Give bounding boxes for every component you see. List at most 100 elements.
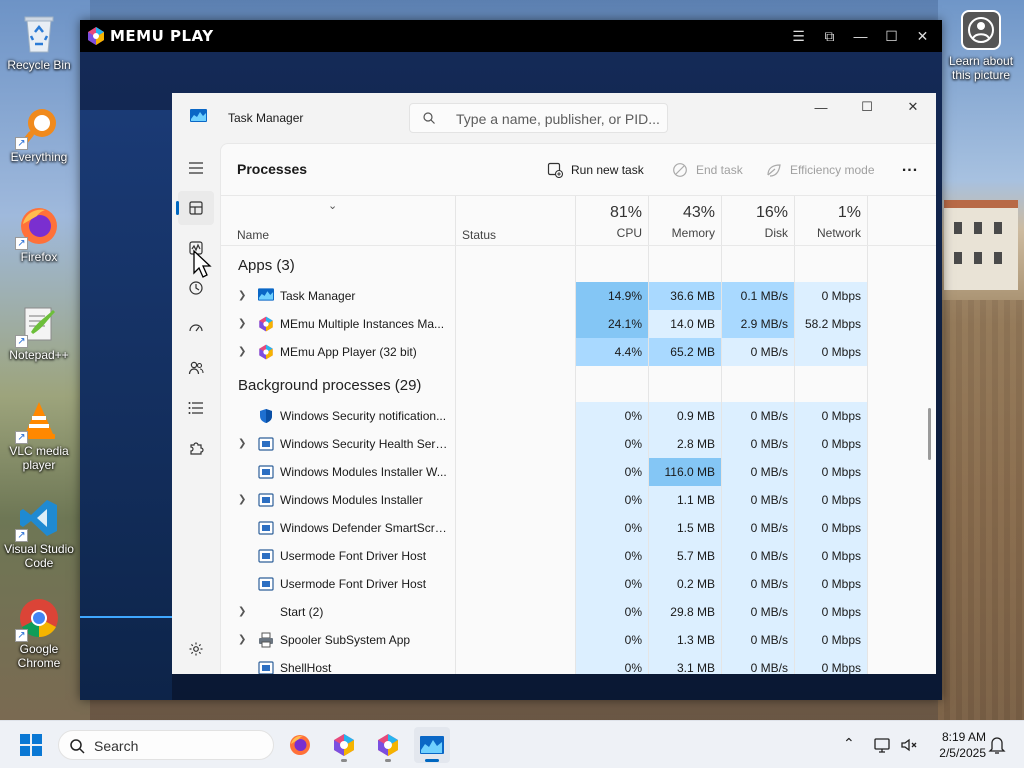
desktop-icon-chrome[interactable]: ↗ Google Chrome [0, 596, 78, 670]
cell-memory: 116.0 MB [649, 458, 721, 486]
desktop-icon-vscode[interactable]: ↗ Visual Studio Code [0, 496, 78, 570]
notification-bell-icon[interactable] [988, 735, 1006, 755]
desktop-icon-firefox[interactable]: ↗ Firefox [0, 204, 78, 264]
command-bar: Processes Run new task End task Efficien… [221, 144, 936, 196]
printer-icon [258, 632, 274, 648]
volume-muted-icon[interactable] [899, 735, 919, 755]
expand-chevron-icon[interactable]: ❯ [238, 634, 246, 645]
section-apps[interactable]: Apps (3) [221, 246, 936, 282]
process-row[interactable]: 0% 29.8 MB 0 MB/s 0 Mbps ❯ Start (2) [221, 598, 936, 626]
process-row[interactable]: 0% 1.1 MB 0 MB/s 0 Mbps ❯ Windows Modules Ins… [221, 486, 936, 514]
close-button[interactable]: ✕ [890, 93, 936, 121]
column-network[interactable]: 1% Network [794, 196, 867, 246]
chevron-up-icon[interactable]: ⌃ [843, 735, 855, 752]
cell-cpu: 0% [576, 486, 648, 514]
process-row[interactable]: 14.9% 36.6 MB 0.1 MB/s 0 Mbps ❯ Task Manager [221, 282, 936, 310]
process-row[interactable]: 0% 5.7 MB 0 MB/s 0 Mbps Usermode Font Driver… [221, 542, 936, 570]
expand-chevron-icon[interactable]: ❯ [238, 346, 246, 357]
process-row[interactable]: 0% 1.5 MB 0 MB/s 0 Mbps Windows Defender Sma… [221, 514, 936, 542]
column-name[interactable]: Name [237, 228, 269, 242]
maximize-button[interactable]: ☐ [844, 93, 890, 121]
process-row[interactable]: 4.4% 65.2 MB 0 MB/s 0 Mbps ❯ MEmu App Player … [221, 338, 936, 366]
process-row[interactable]: 0% 3.1 MB 0 MB/s 0 Mbps ShellHost [221, 654, 936, 674]
windows-logo-icon [20, 734, 42, 756]
section-background-processes[interactable]: Background processes (29) [221, 366, 936, 402]
cell-network: 0 Mbps [795, 458, 867, 486]
nav-details[interactable] [178, 391, 214, 425]
navigation-rail [172, 143, 220, 674]
everything-icon: ↗ [15, 104, 61, 150]
nav-processes[interactable] [176, 191, 214, 225]
minimize-icon[interactable]: — [845, 20, 876, 52]
shield-icon [258, 408, 274, 424]
pin-icon[interactable]: ⧉ [814, 20, 845, 52]
cell-memory: 2.8 MB [649, 430, 721, 458]
process-search-input[interactable]: Type a name, publisher, or PID... [409, 103, 668, 133]
more-options-button[interactable]: ... [898, 158, 922, 180]
efficiency-mode-button[interactable]: Efficiency mode [766, 160, 875, 180]
expand-chevron-icon[interactable]: ❯ [238, 290, 246, 301]
cell-memory: 1.3 MB [649, 626, 721, 654]
cell-network: 0 Mbps [795, 486, 867, 514]
nav-startup-apps[interactable] [178, 311, 214, 345]
process-name: Task Manager [280, 289, 356, 303]
cell-disk: 0 MB/s [722, 626, 794, 654]
memu-title: MEMU PLAY [110, 27, 214, 45]
desktop-icon-everything[interactable]: ↗ Everything [0, 104, 78, 164]
cell-network: 0 Mbps [795, 654, 867, 674]
desktop-icon-vlc[interactable]: ↗ VLC media player [0, 398, 78, 472]
process-name: Usermode Font Driver Host [280, 549, 427, 563]
close-icon[interactable]: ✕ [907, 20, 938, 52]
desktop-icon-notepadpp[interactable]: ↗ Notepad++ [0, 302, 78, 362]
learn-about-picture[interactable]: Learn about this picture [944, 10, 1018, 82]
nav-services[interactable] [178, 431, 214, 465]
service-icon [258, 576, 274, 592]
column-disk[interactable]: 16% Disk [721, 196, 794, 246]
start-button[interactable] [20, 734, 42, 756]
menu-icon[interactable]: ☰ [783, 20, 814, 52]
memory-total: 43% [682, 204, 715, 221]
cell-cpu: 0% [576, 514, 648, 542]
expand-chevron-icon[interactable]: ❯ [238, 438, 246, 449]
expand-chevron-icon[interactable]: ❯ [238, 494, 246, 505]
minimize-button[interactable]: — [798, 93, 844, 121]
cell-cpu: 0% [576, 570, 648, 598]
nav-settings[interactable] [178, 632, 214, 666]
taskbar-memu-player[interactable] [370, 727, 406, 763]
taskbar-firefox[interactable] [282, 727, 318, 763]
process-row[interactable]: 0% 116.0 MB 0 MB/s 0 Mbps Windows Modules In… [221, 458, 936, 486]
cell-network: 0 Mbps [795, 626, 867, 654]
expand-chevron-icon[interactable]: ❯ [238, 318, 246, 329]
end-task-button[interactable]: End task [672, 160, 743, 180]
service-icon [258, 660, 274, 674]
disk-total: 16% [755, 204, 788, 221]
process-row[interactable]: 0% 0.9 MB 0 MB/s 0 Mbps Windows Security not… [221, 402, 936, 430]
desktop-icon-recycle-bin[interactable]: Recycle Bin [0, 12, 78, 72]
memu-sidebar [80, 110, 172, 700]
process-row[interactable]: 0% 0.2 MB 0 MB/s 0 Mbps Usermode Font Driver… [221, 570, 936, 598]
expand-chevron-icon[interactable]: ❯ [238, 606, 246, 617]
memu-icon [258, 344, 274, 360]
taskbar-search[interactable]: Search [58, 730, 274, 760]
column-memory[interactable]: 43% Memory [648, 196, 721, 246]
taskbar-task-manager[interactable] [414, 727, 450, 763]
process-row[interactable]: 0% 1.3 MB 0 MB/s 0 Mbps ❯ Spooler SubSystem A… [221, 626, 936, 654]
process-name: Spooler SubSystem App [280, 633, 411, 647]
hamburger-menu-button[interactable] [178, 151, 214, 185]
column-cpu[interactable]: 81% CPU [575, 196, 648, 246]
desktop-icon-label: Everything [10, 150, 68, 164]
nav-users[interactable] [178, 351, 214, 385]
service-icon [258, 436, 274, 452]
taskbar-memu-multi[interactable] [326, 727, 362, 763]
process-row[interactable]: 0% 2.8 MB 0 MB/s 0 Mbps ❯ Windows Security He… [221, 430, 936, 458]
scrollbar-thumb[interactable] [928, 408, 931, 460]
gear-icon [189, 642, 203, 656]
task-manager-icon [420, 736, 444, 754]
process-row[interactable]: 24.1% 14.0 MB 2.9 MB/s 58.2 Mbps ❯ MEmu Multi… [221, 310, 936, 338]
run-new-task-button[interactable]: Run new task [547, 160, 644, 180]
clock[interactable]: 8:19 AM 2/5/2025 [924, 729, 986, 761]
column-status[interactable]: Status [462, 228, 496, 242]
network-icon[interactable] [873, 735, 893, 755]
maximize-icon[interactable]: ☐ [876, 20, 907, 52]
cell-disk: 0 MB/s [722, 598, 794, 626]
